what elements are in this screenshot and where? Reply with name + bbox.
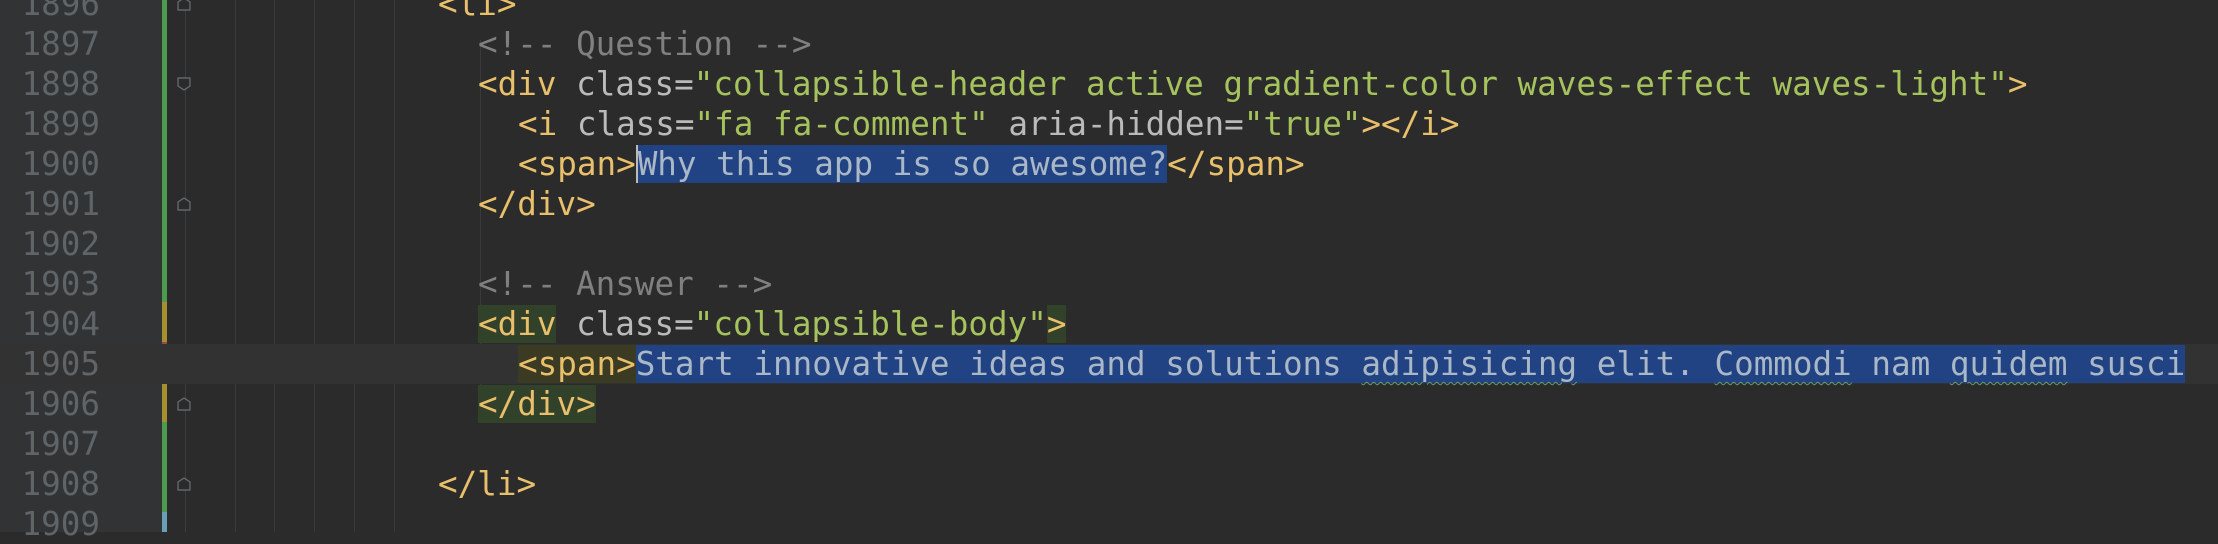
line-number[interactable]: 1905 bbox=[0, 344, 100, 384]
code-line[interactable]: 1896 <li> bbox=[0, 0, 2218, 24]
attribute-token: class= bbox=[576, 65, 694, 103]
line-number[interactable]: 1902 bbox=[0, 224, 100, 264]
html-tag-token: ></i> bbox=[1361, 105, 1460, 143]
code-line[interactable]: 1898 <div class="collapsible-header activ… bbox=[0, 64, 2218, 104]
code-line[interactable]: 1899 <i class="fa fa-comment" aria-hidden… bbox=[0, 104, 2218, 144]
string-token: "true" bbox=[1243, 105, 1362, 143]
code-text[interactable]: <!-- Question --> bbox=[478, 24, 811, 64]
html-tag-token: </span> bbox=[1167, 145, 1305, 183]
text-token: Start innovative ideas and solutions bbox=[635, 345, 1362, 383]
line-number[interactable]: 1896 bbox=[0, 0, 100, 24]
code-text[interactable]: </div> bbox=[478, 384, 596, 424]
text-token: elit. bbox=[1577, 345, 1715, 383]
line-number[interactable]: 1903 bbox=[0, 264, 100, 304]
code-line[interactable]: 1907 bbox=[0, 424, 2218, 464]
code-line[interactable]: 1909 bbox=[0, 504, 2218, 544]
code-text[interactable]: <!-- Answer --> bbox=[478, 264, 772, 304]
html-tag-token: > bbox=[1046, 305, 1067, 343]
code-text[interactable]: </div> bbox=[478, 184, 596, 224]
fold-end-icon[interactable] bbox=[176, 196, 192, 212]
text-token: susci bbox=[2087, 345, 2186, 383]
attribute-token: aria-hidden= bbox=[988, 105, 1244, 143]
fold-end-icon[interactable] bbox=[176, 396, 192, 412]
code-line[interactable]: 1902 bbox=[0, 224, 2218, 264]
code-text[interactable]: <li> bbox=[438, 0, 516, 24]
text-token: nam bbox=[1851, 345, 1950, 383]
fold-start-icon[interactable] bbox=[176, 76, 192, 92]
comment-token: <!-- Answer --> bbox=[478, 265, 773, 303]
code-line[interactable]: 1901 </div> bbox=[0, 184, 2218, 224]
html-tag-token: <i bbox=[518, 105, 577, 143]
code-line[interactable]: 1906 </div> bbox=[0, 384, 2218, 424]
code-text[interactable]: <span>Why this app is so awesome?</span> bbox=[518, 144, 1305, 184]
code-text[interactable]: <span>Start innovative ideas and solutio… bbox=[518, 344, 2186, 384]
html-tag-token: <div bbox=[478, 65, 577, 103]
string-token: "collapsible-header active gradient-colo… bbox=[693, 65, 2008, 103]
code-line[interactable]: 1900 <span>Why this app is so awesome?</s… bbox=[0, 144, 2218, 184]
attribute-token: class= bbox=[556, 305, 694, 343]
text-token: Why this app is so awesome? bbox=[635, 145, 1168, 183]
fold-end-icon[interactable] bbox=[176, 476, 192, 492]
html-tag-token: <span> bbox=[518, 145, 636, 183]
code-line[interactable]: 1904 <div class="collapsible-body"> bbox=[0, 304, 2218, 344]
html-tag-token: <div bbox=[478, 305, 557, 343]
line-number[interactable]: 1901 bbox=[0, 184, 100, 224]
code-text[interactable]: <div class="collapsible-body"> bbox=[478, 304, 1067, 344]
text-token: adipisicing bbox=[1361, 345, 1578, 383]
line-number[interactable]: 1898 bbox=[0, 64, 100, 104]
line-number[interactable]: 1904 bbox=[0, 304, 100, 344]
line-number[interactable]: 1897 bbox=[0, 24, 100, 64]
html-tag-token: </div> bbox=[478, 385, 596, 423]
code-text[interactable]: </li> bbox=[438, 464, 536, 504]
html-tag-token: </div> bbox=[478, 185, 596, 223]
attribute-token: class= bbox=[576, 105, 695, 143]
html-tag-token: <li> bbox=[438, 0, 517, 23]
code-line[interactable]: 1908 </li> bbox=[0, 464, 2218, 504]
line-number[interactable]: 1906 bbox=[0, 384, 100, 424]
code-line[interactable]: 1903 <!-- Answer --> bbox=[0, 264, 2218, 304]
html-tag-token: > bbox=[2007, 65, 2028, 103]
line-number[interactable]: 1907 bbox=[0, 424, 100, 464]
line-number[interactable]: 1908 bbox=[0, 464, 100, 504]
line-number[interactable]: 1909 bbox=[0, 504, 100, 544]
string-token: "collapsible-body" bbox=[693, 305, 1047, 343]
code-text[interactable]: <div class="collapsible-header active gr… bbox=[478, 64, 2028, 104]
code-line[interactable]: 1905 <span>Start innovative ideas and sol… bbox=[0, 344, 2218, 384]
code-line[interactable]: 1897 <!-- Question --> bbox=[0, 24, 2218, 64]
line-number[interactable]: 1900 bbox=[0, 144, 100, 184]
string-token: "fa fa-comment" bbox=[694, 105, 989, 143]
code-text[interactable]: <i class="fa fa-comment" aria-hidden="tr… bbox=[518, 104, 1460, 144]
text-token: quidem bbox=[1949, 345, 2068, 383]
comment-token: <!-- Question --> bbox=[478, 25, 812, 63]
text-token: Commodi bbox=[1714, 345, 1852, 383]
line-number[interactable]: 1899 bbox=[0, 104, 100, 144]
html-tag-token: <span> bbox=[518, 345, 636, 383]
html-tag-token: </li> bbox=[438, 465, 537, 503]
fold-end-icon[interactable] bbox=[176, 0, 192, 12]
text-token bbox=[2067, 345, 2088, 383]
